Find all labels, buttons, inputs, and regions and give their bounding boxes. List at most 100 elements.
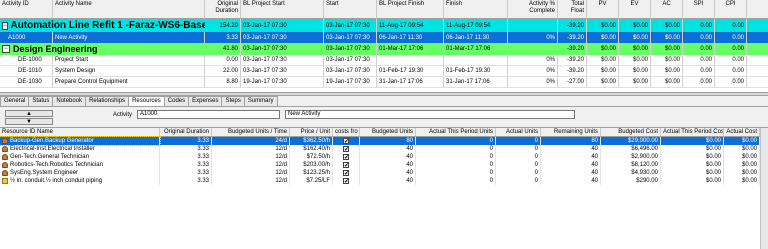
col-header-spi[interactable]: SPI [683,0,715,19]
price-cell: $72.50/h [290,153,333,161]
costs-from-checkbox[interactable]: ✔ [343,146,349,153]
col-header-original-duration[interactable]: Original Duration [160,128,212,137]
actual-cost-cell: $0.00 [724,169,760,177]
costs-from-checkbox[interactable]: ✔ [343,178,349,185]
col-header-remaining-units[interactable]: Remaining Units [541,128,601,137]
resource-row[interactable]: Robotics-Tech.Robotics Technician 3.33 1… [0,161,768,169]
actual-cost-cell: $0.00 [724,153,760,161]
tab-relationships[interactable]: Relationships [85,96,130,106]
header-line-2: Float [570,8,584,14]
activity-row[interactable]: DE-1010 System Design 22.00 03-Jan-17 07… [0,66,768,77]
budgeted-units-cell: 40 [360,145,416,153]
actual-units-cell: 0 [496,145,541,153]
atp-units-cell: 0 [416,169,496,177]
resource-row[interactable]: SysEng.System Engineer 3.33 12/d $123.25… [0,169,768,177]
collapse-icon[interactable]: − [2,45,10,53]
col-header-bl-project-finish[interactable]: BL Project Finish [377,0,444,19]
col-header-actual-cost[interactable]: Actual Cost [724,128,760,137]
pv-cell: $0.00 [587,77,619,87]
col-header-finish[interactable]: Finish [444,0,508,19]
next-activity-button[interactable]: ▼ [5,118,53,125]
col-header-budgeted-units-time[interactable]: Budgeted Units / Time [212,128,290,137]
budgeted-cost-cell: $8,120.00 [601,161,661,169]
spi-cell: 0.00 [683,55,715,65]
resource-name: Gen-Tech.General Technician [10,154,89,160]
budgeted-cost-cell: $2,900.00 [601,153,661,161]
activity-row[interactable]: DE-1000 Project Start 0.00 03-Jan-17 07:… [0,55,768,66]
costs-from-checkbox[interactable]: ✔ [343,154,349,161]
costs-from-cell: ✔ [333,145,360,153]
col-header-actual-this-period-units[interactable]: Actual This Period Units [416,128,496,137]
budgeted-units-cell: 40 [360,177,416,185]
costs-from-checkbox[interactable]: ✔ [343,138,349,145]
col-header-budgeted-units[interactable]: Budgeted Units [360,128,416,137]
float-cell: -39.20 [558,55,587,65]
col-header-cpi[interactable]: CPI [715,0,747,19]
bl-start-cell: 19-Jan-17 07:30 [241,77,324,87]
tab-steps[interactable]: Steps [221,96,245,106]
col-header-resource-id-name[interactable]: Resource ID Name [0,128,160,137]
activity-row-selected[interactable]: A1000 New Activity 3.33 03-Jan-17 07:30 … [0,32,768,43]
tab-summary[interactable]: Summary [243,96,278,106]
activity-name-cell: Prepare Control Equipment [53,77,205,87]
col-header-actual-this-period-cost[interactable]: Actual This Period Cost [661,128,724,137]
tab-codes[interactable]: Codes [163,96,190,106]
activity-row[interactable]: DE-1030 Prepare Control Equipment 8.80 1… [0,77,768,88]
resource-name: ½ in. conduit.½ inch conduit piping [10,178,103,184]
project-row[interactable]: − Automation Line Refit 1 -Faraz-WS6-Bas… [0,19,768,32]
col-header-activity-id[interactable]: Activity ID [0,0,53,19]
cpi-cell: 0.00 [715,66,747,76]
col-header-bl-project-start[interactable]: BL Project Start [241,0,324,19]
ac-cell: $0.00 [651,77,683,87]
resource-row-selected[interactable]: Backup-Gen.Backup Generator 3.33 24/d $3… [0,136,768,146]
resource-name-cell: Robotics-Tech.Robotics Technician [0,161,160,169]
atp-cost-cell: $0.00 [661,153,724,161]
col-header-start[interactable]: Start [324,0,377,19]
activity-label: Activity [113,112,133,118]
tab-resources[interactable]: Resources [128,96,165,106]
tab-general[interactable]: General [0,96,30,106]
start-cell: 19-Jan-17 07:30 [324,77,377,87]
col-header-costs-from[interactable]: costs fro [333,128,360,137]
bl-finish-cell: 01-Mar-17 17:06 [377,43,444,55]
start-cell: 03-Jan-17 07:30 [324,43,377,55]
cpi-cell: 0.00 [715,77,747,87]
duration-cell: 3.33 [160,145,212,153]
spi-cell: 0.00 [683,32,715,43]
resource-name-cell: ½ in. conduit.½ inch conduit piping [0,177,160,185]
collapse-icon[interactable]: − [2,21,8,30]
tab-expenses[interactable]: Expenses [188,96,223,106]
resource-row[interactable]: Electrical-Inst.Electrical Installer 3.3… [0,145,768,153]
col-header-activity-pct-complete[interactable]: Activity % Complete [508,0,558,19]
resource-name-cell: Electrical-Inst.Electrical Installer [0,145,160,153]
activity-id-field[interactable]: A1000 [137,110,280,119]
activity-name-field[interactable]: New Activity [285,110,575,119]
header-line-1: Original [217,1,238,7]
duration-cell: 22.00 [205,66,241,76]
finish-cell: 31-Jan-17 17:06 [444,77,508,87]
tab-notebook[interactable]: Notebook [52,96,87,106]
col-header-ev[interactable]: EV [619,0,651,19]
resource-assignments-table: Resource ID Name Original Duration Budge… [0,127,768,249]
col-header-ac[interactable]: AC [651,0,683,19]
resource-row[interactable]: Gen-Tech.General Technician 3.33 12/d $7… [0,153,768,161]
atp-cost-cell: $0.00 [661,177,724,185]
tab-status[interactable]: Status [28,96,54,106]
duration-cell: 8.80 [205,77,241,87]
budgeted-units-cell: 40 [360,161,416,169]
col-header-activity-name[interactable]: Activity Name [53,0,205,19]
costs-from-checkbox[interactable]: ✔ [343,162,349,169]
col-header-original-duration[interactable]: Original Duration [205,0,241,19]
col-header-budgeted-cost[interactable]: Budgeted Cost [601,128,661,137]
col-header-pv[interactable]: PV [587,0,619,19]
col-header-actual-units[interactable]: Actual Units [496,128,541,137]
project-name: Automation Line Refit 1 -Faraz-WS6-Basel… [10,20,205,31]
vertical-scrollbar[interactable] [760,128,768,249]
units-time-cell: 12/d [212,169,290,177]
previous-activity-button[interactable]: ▲ [5,110,53,117]
col-header-price-unit[interactable]: Price / Unit [290,128,333,137]
wbs-row[interactable]: − Design Engineering 41.80 03-Jan-17 07:… [0,43,768,55]
resource-row[interactable]: ½ in. conduit.½ inch conduit piping 3.33… [0,177,768,185]
col-header-total-float[interactable]: Total Float [558,0,587,19]
costs-from-checkbox[interactable]: ✔ [343,170,349,177]
